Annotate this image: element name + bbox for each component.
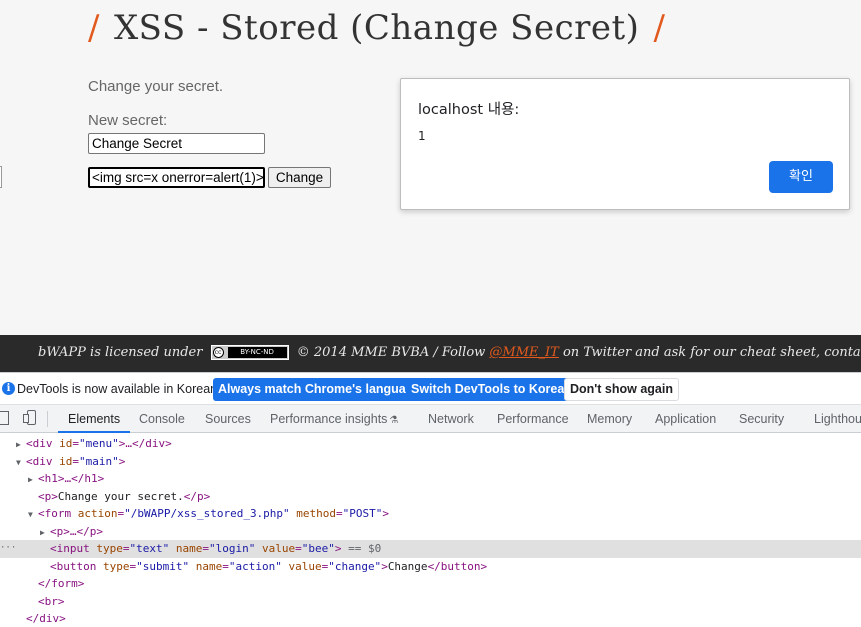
footer-licensed-text: bWAPP is licensed under [38,345,203,360]
alert-dialog: localhost 내용: 1 확인 [400,78,850,210]
change-button[interactable]: Change [268,167,331,188]
dom-node-menu[interactable]: ▶ <div id="menu">…</div> [0,435,861,453]
cc-badge-text: BY-NC-ND [227,347,287,358]
tab-elements[interactable]: Elements [58,405,131,433]
switch-to-korean-button[interactable]: Switch DevTools to Korean [406,378,577,401]
intro-text: Change your secret. [88,78,224,95]
tab-application[interactable]: Application [655,405,716,433]
cc-icon: cc [212,347,224,358]
page-content: / XSS - Stored (Change Secret) / Change yo… [0,0,861,335]
twitter-handle-link[interactable]: @MME_IT [489,345,558,360]
offscreen-input-edge[interactable] [0,166,2,188]
site-footer: bWAPP is licensed under cc BY-NC-ND © 20… [0,335,861,372]
dom-node-h1[interactable]: ▶ <h1>…</h1> [0,470,861,488]
infobar-text: DevTools is now available in Korean! [17,382,221,396]
tab-lighthouse[interactable]: Lighthou [814,405,861,433]
alert-ok-button[interactable]: 확인 [769,161,833,193]
dom-node-br[interactable]: <br> [0,593,861,611]
collapse-arrow-icon[interactable]: ▼ [28,506,38,524]
tab-console[interactable]: Console [139,405,185,433]
footer-follow-text: © 2014 MME BVBA / Follow [296,345,486,360]
alert-dialog-message: 1 [418,129,426,143]
login-input[interactable]: <img src=x onerror=alert(1)> [88,167,265,188]
dom-node-form-p[interactable]: ▶ <p>…</p> [0,523,861,541]
tab-separator [47,411,48,427]
expand-arrow-icon[interactable]: ▶ [40,524,50,542]
page-title-text: XSS - Stored (Change Secret) [113,8,640,48]
footer-text: bWAPP is licensed under cc BY-NC-ND © 20… [38,345,861,360]
tab-performance[interactable]: Performance [497,405,569,433]
dom-node-div-close[interactable]: </div> [0,610,861,627]
flask-icon: ⚗ [389,415,399,426]
cc-license-badge[interactable]: cc BY-NC-ND [210,345,289,360]
device-toolbar-icon[interactable] [23,410,37,426]
new-secret-label: New secret: [88,112,168,129]
title-slash-right: / [653,8,666,48]
devtools-tabbar: Elements Console Sources Performance ins… [0,405,861,433]
tab-performance-insights-label: Performance insights [270,412,388,426]
dom-node-main[interactable]: ▼ <div id="main"> [0,453,861,471]
devtools-language-infobar: i DevTools is now available in Korean! A… [0,373,861,405]
tab-security[interactable]: Security [739,405,784,433]
dom-node-input-selected[interactable]: ··· <input type="text" name="login" value… [0,540,861,558]
new-secret-input[interactable]: Change Secret [88,133,265,154]
info-icon: i [2,382,15,395]
title-slash-left: / [88,8,100,48]
devtools-panel: i DevTools is now available in Korean! A… [0,372,861,627]
dom-node-form[interactable]: ▼ <form action="/bWAPP/xss_stored_3.php" … [0,505,861,523]
tab-network[interactable]: Network [428,405,474,433]
alert-dialog-title: localhost 내용: [418,102,520,118]
dom-node-button[interactable]: <button type="submit" name="action" valu… [0,558,861,576]
dom-node-p[interactable]: <p>Change your secret.</p> [0,488,861,506]
tab-performance-insights[interactable]: Performance insights ⚗ [270,405,398,433]
dom-tree: ▶ <div id="menu">…</div> ▼ <div id="main">… [0,433,861,627]
dont-show-again-button[interactable]: Don't show again [564,378,679,401]
inspect-element-icon[interactable] [0,411,9,425]
always-match-language-button[interactable]: Always match Chrome's language [213,378,426,401]
expand-arrow-icon[interactable]: ▶ [16,436,26,454]
page-title: / XSS - Stored (Change Secret) / [88,8,665,48]
tab-memory[interactable]: Memory [587,405,632,433]
tab-sources[interactable]: Sources [205,405,251,433]
expand-arrow-icon[interactable]: ▶ [28,471,38,489]
more-options-icon[interactable]: ··· [0,540,16,558]
footer-rest-text: on Twitter and ask for our cheat sheet, … [562,345,861,360]
collapse-arrow-icon[interactable]: ▼ [16,454,26,472]
dom-node-form-close[interactable]: </form> [0,575,861,593]
